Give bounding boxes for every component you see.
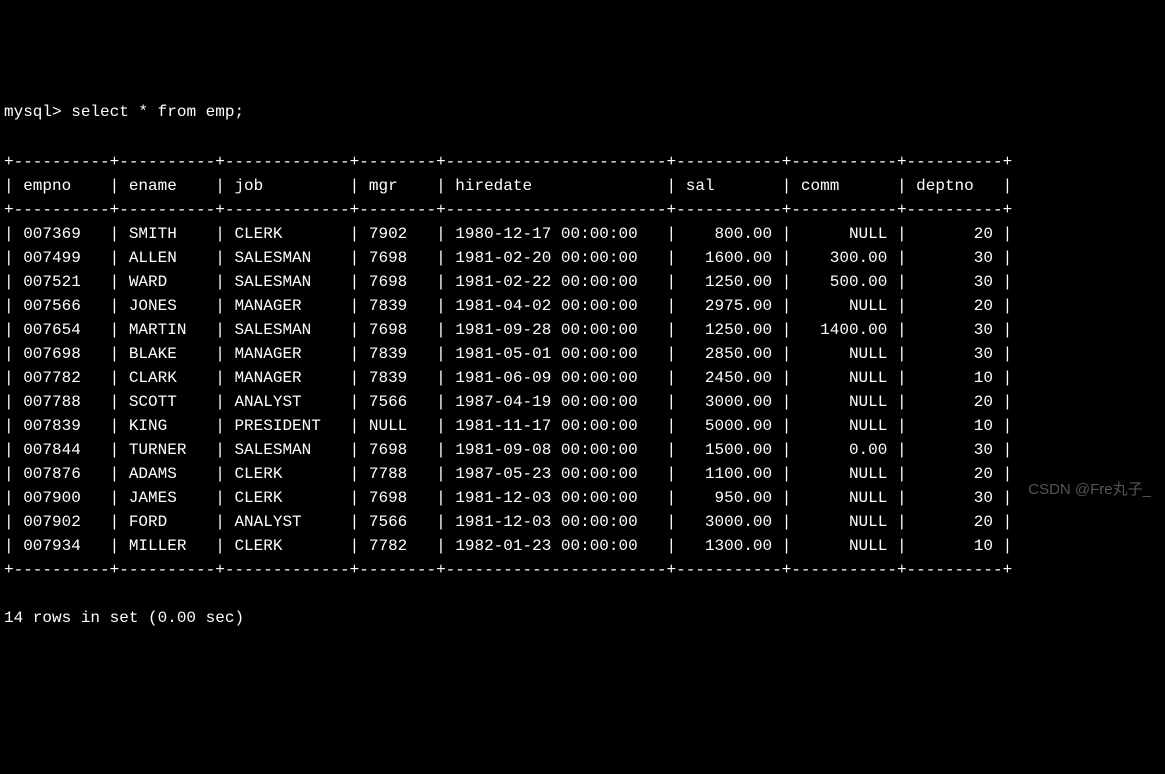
table-row: | 007900 | JAMES | CLERK | 7698 | 1981-1… bbox=[4, 486, 1161, 510]
table-row: | 007788 | SCOTT | ANALYST | 7566 | 1987… bbox=[4, 390, 1161, 414]
table-row: | 007654 | MARTIN | SALESMAN | 7698 | 19… bbox=[4, 318, 1161, 342]
table-row: | 007782 | CLARK | MANAGER | 7839 | 1981… bbox=[4, 366, 1161, 390]
table-border: +----------+----------+-------------+---… bbox=[4, 150, 1161, 174]
table-row: | 007566 | JONES | MANAGER | 7839 | 1981… bbox=[4, 294, 1161, 318]
table-header-row: | empno | ename | job | mgr | hiredate |… bbox=[4, 174, 1161, 198]
table-row: | 007369 | SMITH | CLERK | 7902 | 1980-1… bbox=[4, 222, 1161, 246]
query-result-table: +----------+----------+-------------+---… bbox=[4, 150, 1161, 582]
table-row: | 007934 | MILLER | CLERK | 7782 | 1982-… bbox=[4, 534, 1161, 558]
table-row: | 007876 | ADAMS | CLERK | 7788 | 1987-0… bbox=[4, 462, 1161, 486]
table-row: | 007902 | FORD | ANALYST | 7566 | 1981-… bbox=[4, 510, 1161, 534]
table-border: +----------+----------+-------------+---… bbox=[4, 198, 1161, 222]
table-row: | 007844 | TURNER | SALESMAN | 7698 | 19… bbox=[4, 438, 1161, 462]
mysql-prompt: mysql> bbox=[4, 103, 71, 121]
result-footer: 14 rows in set (0.00 sec) bbox=[4, 606, 1161, 630]
mysql-prompt-line[interactable]: mysql> select * from emp; bbox=[4, 100, 1161, 124]
sql-query: select * from emp; bbox=[71, 103, 244, 121]
watermark: CSDN @Fre丸子_ bbox=[1028, 479, 1151, 502]
table-row: | 007839 | KING | PRESIDENT | NULL | 198… bbox=[4, 414, 1161, 438]
table-border: +----------+----------+-------------+---… bbox=[4, 558, 1161, 582]
table-row: | 007698 | BLAKE | MANAGER | 7839 | 1981… bbox=[4, 342, 1161, 366]
table-row: | 007499 | ALLEN | SALESMAN | 7698 | 198… bbox=[4, 246, 1161, 270]
table-row: | 007521 | WARD | SALESMAN | 7698 | 1981… bbox=[4, 270, 1161, 294]
